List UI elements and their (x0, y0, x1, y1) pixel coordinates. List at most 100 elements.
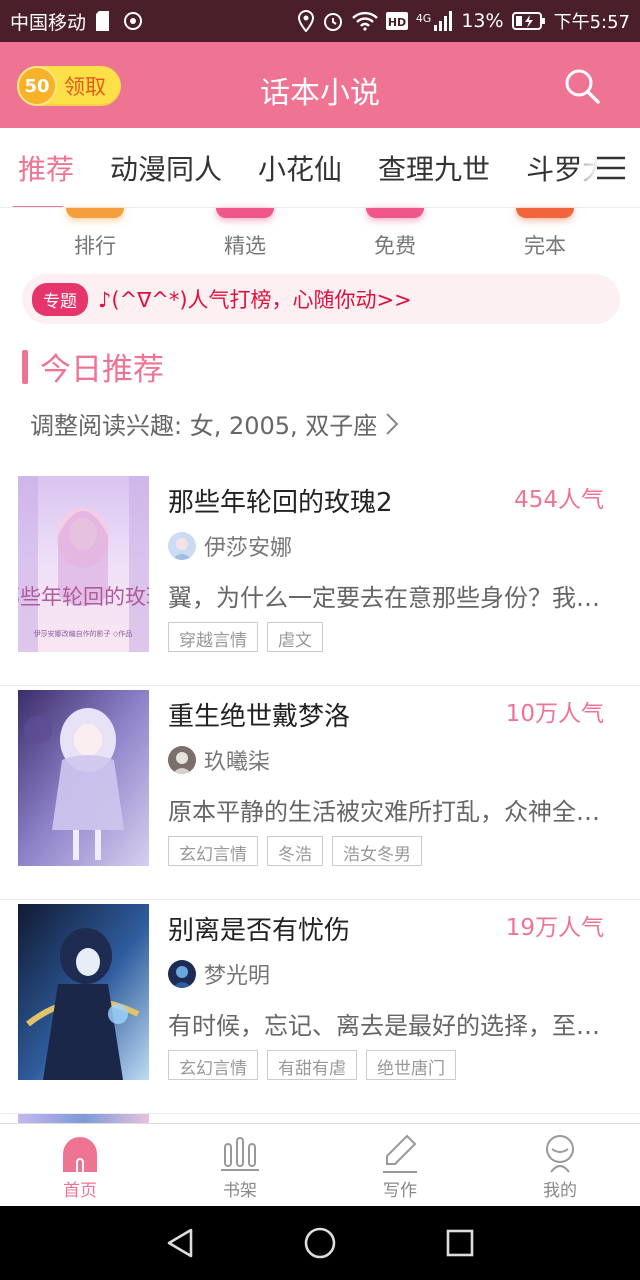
carrier-name: 中国移动 (10, 11, 87, 34)
home-icon (63, 1137, 97, 1172)
cover-subtitle: 伊莎安娜改编自作的影子 ◇作品 (34, 629, 133, 638)
tab-recommend[interactable]: 推荐 (0, 148, 92, 207)
completed-icon (516, 208, 574, 218)
book-summary: 翼，为什么一定要去在意那些身份？我喜欢的 (168, 584, 610, 612)
tab-anime-fanfic[interactable]: 动漫同人 (92, 148, 240, 188)
menu-icon (597, 156, 625, 180)
app-header: 50 领取 话本小说 (0, 42, 640, 128)
popularity: 454人气 (514, 487, 604, 513)
home-circle-icon[interactable] (303, 1226, 337, 1260)
nav-label: 书架 (223, 1181, 257, 1201)
alarm-icon (322, 10, 344, 32)
author-name: 玖曦柒 (204, 750, 271, 775)
profile-icon (546, 1135, 574, 1173)
tag[interactable]: 虐文 (267, 622, 323, 652)
category-tabs: 推荐 动漫同人 小花仙 查理九世 斗罗大陆 (0, 128, 640, 208)
quick-nav-completed[interactable]: 完本 (485, 208, 605, 268)
tag[interactable]: 浩女冬男 (332, 836, 422, 866)
book-cover[interactable]: 那些年轮回的玫瑰 伊莎安娜改编自作的影子 ◇作品 (18, 476, 149, 652)
book-cover[interactable] (18, 904, 149, 1080)
bookshelf-icon (221, 1137, 259, 1171)
search-icon (565, 69, 600, 104)
nav-write[interactable]: 写作 (320, 1124, 480, 1206)
tag[interactable]: 有甜有虐 (267, 1050, 357, 1080)
quick-nav-featured[interactable]: 精选 (185, 208, 305, 268)
quick-nav-label: 完本 (524, 234, 566, 258)
popularity: 10万人气 (505, 701, 604, 727)
topic-badge: 专题 (32, 282, 88, 316)
quick-nav-ranking[interactable]: 排行 (35, 208, 155, 268)
book-item-partial[interactable] (0, 1100, 640, 1124)
book-summary: 原本平静的生活被灾难所打乱，众神全部陨落 (168, 798, 610, 826)
wifi-icon (351, 11, 378, 31)
author-row[interactable]: 伊莎安娜 (168, 530, 292, 562)
book-item[interactable]: 别离是否有忧伤 19万人气 梦光明 有时候，忘记、离去是最好的选择，至少能够 玄… (0, 900, 640, 1114)
section-accent-bar (22, 349, 28, 384)
quick-nav: 排行 精选 免费 完本 (0, 208, 640, 268)
more-categories-button[interactable] (582, 128, 640, 207)
topic-banner[interactable]: 专题 ♪(^∇^*)人气打榜，心随你动>> (22, 274, 620, 324)
nav-label: 我的 (543, 1181, 577, 1201)
tag[interactable]: 玄幻言情 (168, 1050, 258, 1080)
book-title[interactable]: 那些年轮回的玫瑰2 (168, 482, 393, 519)
tag[interactable]: 穿越言情 (168, 622, 258, 652)
author-avatar (168, 960, 196, 988)
tag[interactable]: 绝世唐门 (366, 1050, 456, 1080)
quick-nav-label: 排行 (74, 234, 116, 258)
adjust-interest-link[interactable]: 调整阅读兴趣: 女, 2005, 双子座 (30, 406, 399, 441)
tag[interactable]: 冬浩 (267, 836, 323, 866)
svg-text:HD: HD (388, 16, 406, 29)
hotspot-icon (122, 10, 144, 32)
interest-text: 调整阅读兴趣: 女, 2005, 双子座 (30, 412, 378, 440)
nav-profile[interactable]: 我的 (480, 1124, 640, 1206)
back-icon[interactable] (163, 1226, 197, 1260)
book-item[interactable]: 重生绝世戴梦洛 10万人气 玖曦柒 原本平静的生活被灾难所打乱，众神全部陨落 玄… (0, 686, 640, 900)
popularity: 19万人气 (505, 915, 604, 941)
cover-title: 那些年轮回的玫瑰 (18, 585, 149, 609)
search-button[interactable] (562, 66, 602, 106)
tab-xiaohuaxian[interactable]: 小花仙 (240, 148, 360, 188)
pencil-icon (383, 1134, 417, 1173)
tag-list: 玄幻言情 有甜有虐 绝世唐门 (168, 1050, 456, 1080)
quick-nav-label: 免费 (374, 234, 416, 258)
system-nav-bar (0, 1206, 640, 1280)
nav-label: 写作 (383, 1181, 417, 1201)
battery-percent: 13% (461, 10, 504, 32)
quick-nav-label: 精选 (224, 234, 266, 258)
hd-icon: HD (385, 12, 408, 30)
author-name: 伊莎安娜 (204, 536, 293, 561)
battery-icon (511, 11, 546, 31)
tag-list: 玄幻言情 冬浩 浩女冬男 (168, 836, 422, 866)
location-icon (297, 10, 314, 32)
featured-icon (216, 208, 274, 218)
book-summary: 有时候，忘记、离去是最好的选择，至少能够 (168, 1012, 610, 1040)
book-title[interactable]: 重生绝世戴梦洛 (168, 696, 350, 733)
sd-card-icon (96, 11, 112, 31)
book-title[interactable]: 别离是否有忧伤 (168, 910, 350, 947)
quick-nav-free[interactable]: 免费 (335, 208, 455, 268)
bottom-nav: 首页 书架 写作 我的 (0, 1123, 640, 1206)
section-header: 今日推荐 (22, 344, 164, 389)
book-cover[interactable] (18, 690, 149, 866)
nav-bookshelf[interactable]: 书架 (160, 1124, 320, 1206)
ranking-icon (66, 208, 124, 218)
author-row[interactable]: 玖曦柒 (168, 744, 270, 776)
app-title: 话本小说 (260, 76, 380, 111)
tab-charlie-ix[interactable]: 查理九世 (360, 148, 508, 188)
section-title: 今日推荐 (40, 352, 164, 388)
recents-icon[interactable] (443, 1226, 477, 1260)
nav-label: 首页 (63, 1181, 97, 1201)
author-avatar (168, 746, 196, 774)
author-row[interactable]: 梦光明 (168, 958, 270, 990)
tag-list: 穿越言情 虐文 (168, 622, 323, 652)
clock: 下午5:57 (553, 12, 630, 33)
author-avatar (168, 532, 196, 560)
tag[interactable]: 玄幻言情 (168, 836, 258, 866)
topic-text: ♪(^∇^*)人气打榜，心随你动>> (98, 288, 412, 312)
signal-icon (433, 11, 453, 31)
free-icon (366, 208, 424, 218)
nav-home[interactable]: 首页 (0, 1124, 160, 1206)
book-item[interactable]: 那些年轮回的玫瑰 伊莎安娜改编自作的影子 ◇作品 那些年轮回的玫瑰2 454人气… (0, 472, 640, 686)
chevron-right-icon (386, 412, 399, 435)
network-type: 4G (415, 12, 432, 25)
